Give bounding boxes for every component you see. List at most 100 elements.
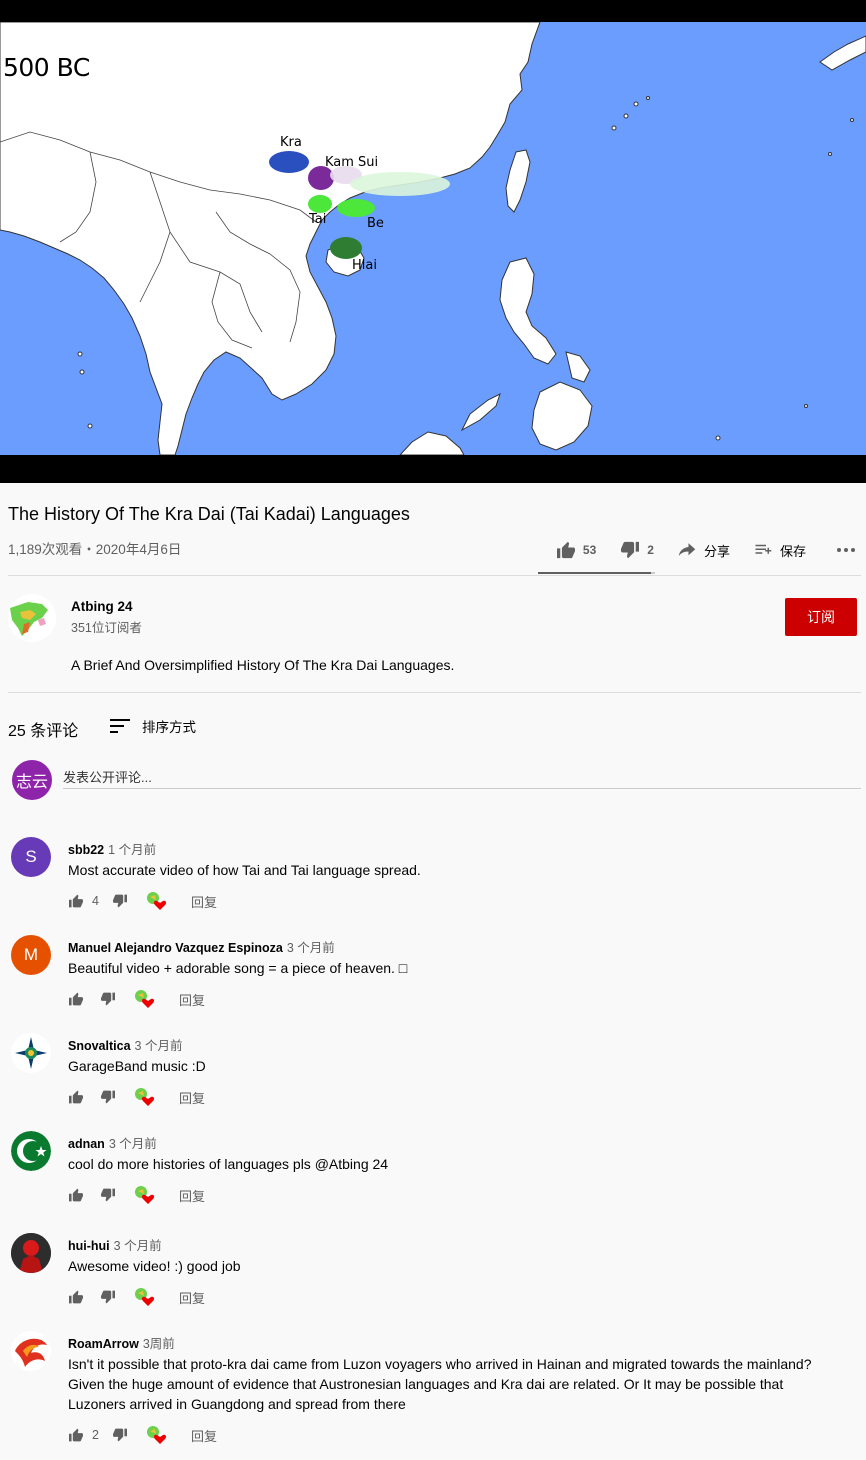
reply-button[interactable]: 回复	[179, 1186, 205, 1205]
share-arrow-icon	[678, 543, 696, 556]
channel-avatar[interactable]	[8, 594, 56, 642]
comment-like-count: 4	[92, 894, 99, 908]
thumbs-up-icon[interactable]	[68, 992, 84, 1006]
reply-button[interactable]: 回复	[179, 990, 205, 1009]
comment-author[interactable]: adnan	[68, 1137, 105, 1151]
be-region	[337, 199, 375, 217]
video-frame-map: 500 BC Kra Kam Sui Tai Be Hlai	[0, 22, 866, 455]
map-label-kam-sui: Kam Sui	[325, 155, 379, 170]
star-compass-avatar-icon	[12, 1034, 50, 1072]
sort-comments-button[interactable]: 排序方式	[110, 716, 196, 736]
reply-button[interactable]: 回复	[191, 892, 217, 911]
video-description: A Brief And Oversimplified History Of Th…	[71, 657, 455, 673]
comment-author[interactable]: sbb22	[68, 843, 104, 857]
comment-text: cool do more histories of languages pls …	[68, 1156, 389, 1172]
commenter-avatar[interactable]	[11, 1131, 51, 1171]
creator-heart-icon	[146, 892, 166, 910]
commenter-avatar[interactable]	[11, 1033, 51, 1073]
reply-button[interactable]: 回复	[179, 1088, 205, 1107]
commenter-avatar[interactable]: S	[11, 837, 51, 877]
comment-like-count: 2	[92, 1428, 99, 1442]
like-ratio-fill	[538, 572, 651, 574]
commenter-avatar[interactable]: M	[11, 935, 51, 975]
share-button[interactable]: 分享	[678, 541, 730, 560]
share-label: 分享	[703, 543, 730, 559]
like-count: 53	[582, 543, 597, 557]
more-actions-button[interactable]	[836, 547, 856, 553]
save-button[interactable]: 保存	[754, 541, 806, 560]
comment-time[interactable]: 1 个月前	[108, 843, 156, 857]
tai-region	[308, 195, 332, 213]
save-label: 保存	[779, 543, 806, 559]
my-avatar[interactable]: 志云	[12, 760, 52, 800]
channel-name[interactable]: Atbing 24	[71, 599, 133, 614]
comment-time[interactable]: 3 个月前	[287, 941, 335, 955]
divider	[8, 692, 861, 693]
like-button[interactable]: 53	[556, 541, 596, 559]
comment-actions: 2 回复	[68, 1425, 217, 1445]
dislike-button[interactable]: 2	[620, 541, 654, 559]
comment-actions: 4 回复	[68, 891, 217, 911]
comment-time[interactable]: 3 个月前	[135, 1039, 183, 1053]
divider	[8, 575, 861, 576]
comment-text: Beautiful video + adorable song = a piec…	[68, 960, 408, 976]
comment-text: Isn't it possible that proto-kra dai cam…	[68, 1356, 812, 1412]
thumbs-up-icon[interactable]	[68, 1428, 84, 1442]
like-ratio-bar	[538, 572, 655, 574]
comment-text: Awesome video! :) good job	[68, 1258, 241, 1274]
comment-time[interactable]: 3 个月前	[114, 1239, 162, 1253]
creator-heart-icon	[146, 1426, 166, 1444]
comment-actions: 回复	[68, 1087, 205, 1107]
comment-actions: 回复	[68, 1287, 205, 1307]
subscribe-button[interactable]: 订阅	[785, 598, 857, 636]
asia-map-graphic	[0, 22, 866, 455]
comment-count: 25 条评论	[8, 723, 79, 740]
commenter-avatar[interactable]	[11, 1233, 51, 1273]
commenter-avatar[interactable]	[11, 1331, 51, 1371]
comment-actions: 回复	[68, 1185, 205, 1205]
reply-button[interactable]: 回复	[191, 1426, 217, 1445]
thumbs-down-icon[interactable]	[112, 894, 128, 908]
thumbs-up-icon[interactable]	[68, 894, 84, 908]
video-actions: 53 2 分享 保存	[556, 536, 856, 564]
reply-button[interactable]: 回复	[179, 1288, 205, 1307]
comment-author[interactable]: Snovaltica	[68, 1039, 131, 1053]
comment-author[interactable]: RoamArrow	[68, 1337, 139, 1351]
creator-heart-icon	[135, 990, 155, 1008]
map-label-hlai: Hlai	[352, 258, 377, 273]
video-player[interactable]: 500 BC Kra Kam Sui Tai Be Hlai	[0, 0, 866, 483]
comment-time[interactable]: 3 个月前	[109, 1137, 157, 1151]
thumbs-down-icon[interactable]	[100, 1188, 116, 1202]
map-label-kra: Kra	[280, 135, 302, 150]
subscriber-count: 351位订阅者	[71, 621, 142, 635]
creator-heart-icon	[135, 1288, 155, 1306]
add-to-playlist-icon	[755, 544, 772, 554]
hlai-region	[330, 237, 362, 259]
dislike-count: 2	[647, 543, 654, 557]
comment-actions: 回复	[68, 989, 205, 1009]
comment-author[interactable]: hui-hui	[68, 1239, 110, 1253]
red-figure-avatar-icon	[11, 1233, 51, 1273]
thumbs-down-icon[interactable]	[112, 1428, 128, 1442]
frame-year-label: 500 BC	[3, 53, 90, 82]
sort-label: 排序方式	[142, 720, 196, 735]
thumbs-up-icon[interactable]	[68, 1290, 84, 1304]
map-label-be: Be	[367, 216, 384, 231]
thumbs-down-icon[interactable]	[100, 1290, 116, 1304]
comment-text: Most accurate video of how Tai and Tai l…	[68, 862, 421, 878]
thumbs-down-icon[interactable]	[100, 992, 116, 1006]
thumbs-up-icon[interactable]	[68, 1090, 84, 1104]
thumbs-up-icon	[556, 541, 575, 559]
sort-icon	[110, 719, 130, 733]
thumbs-down-icon[interactable]	[100, 1090, 116, 1104]
comment-time[interactable]: 3周前	[143, 1337, 175, 1351]
comment-text: GarageBand music :D	[68, 1058, 206, 1074]
more-horizontal-icon	[837, 548, 855, 552]
kra-region	[269, 151, 309, 173]
map-label-tai: Tai	[309, 212, 327, 227]
thumbs-up-icon[interactable]	[68, 1188, 84, 1202]
thumbs-down-icon	[621, 541, 640, 559]
add-comment-input[interactable]	[63, 766, 861, 789]
creator-heart-icon	[135, 1088, 155, 1106]
comment-author[interactable]: Manuel Alejandro Vazquez Espinoza	[68, 941, 283, 955]
